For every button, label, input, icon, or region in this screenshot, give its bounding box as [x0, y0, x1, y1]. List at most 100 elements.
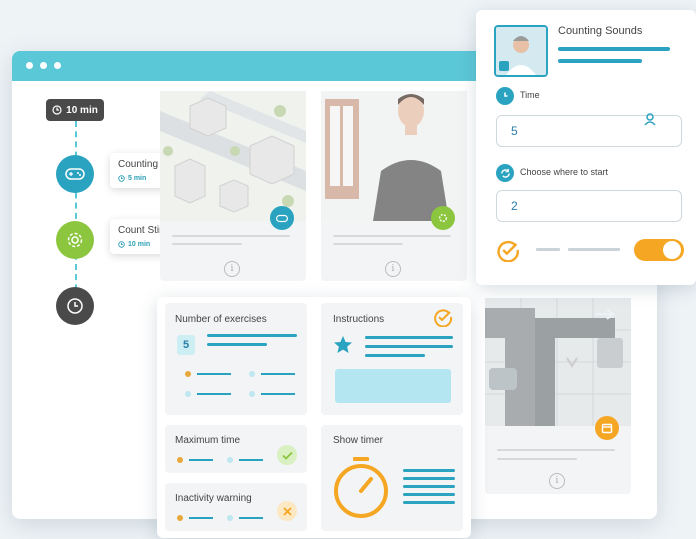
text-placeholder-line	[333, 235, 451, 237]
gear-icon	[439, 214, 447, 222]
decoration-line	[403, 501, 455, 504]
radio-dot[interactable]	[227, 457, 233, 463]
radio-dot[interactable]	[177, 457, 183, 463]
check-icon	[281, 451, 293, 460]
settings-card: Counting Sounds Time 5 Choose where to s…	[476, 10, 696, 285]
doctor-illustration	[496, 27, 546, 75]
star-icon	[333, 335, 353, 360]
gamepad-icon	[65, 168, 85, 180]
decoration-line	[558, 47, 670, 51]
decoration-line	[403, 493, 455, 496]
time-input[interactable]: 5	[496, 113, 682, 147]
start-input-value: 2	[511, 199, 518, 213]
check-circle-icon-svg	[434, 309, 453, 328]
radio-dot[interactable]	[249, 371, 255, 377]
info-icon-glyph: i	[230, 264, 234, 274]
instructions-label: Instructions	[333, 314, 385, 325]
thumbnail-overlay	[160, 91, 306, 221]
maximum-time-label: Maximum time	[175, 435, 241, 446]
decoration-line	[365, 354, 425, 357]
inactivity-warning-label: Inactivity warning	[175, 493, 252, 504]
window-dot[interactable]	[26, 62, 33, 69]
info-icon[interactable]: i	[224, 261, 240, 277]
info-icon[interactable]: i	[549, 473, 565, 489]
decoration-line	[568, 248, 620, 251]
check-circle-icon	[496, 238, 520, 267]
gear-badge	[431, 206, 455, 230]
radio-dot[interactable]	[249, 391, 255, 397]
text-placeholder-line	[497, 449, 615, 451]
start-label: Choose where to start	[520, 167, 609, 177]
exercise-card[interactable]: i	[485, 298, 631, 494]
clock-icon	[52, 105, 62, 115]
timeline-step-settings[interactable]	[56, 221, 94, 259]
clock-icon	[67, 298, 83, 314]
number-of-exercises-section: Number of exercises 5	[165, 303, 307, 415]
radio-dot[interactable]	[185, 371, 191, 377]
clock-icon	[118, 175, 125, 182]
clock-icon	[118, 241, 125, 248]
gamepad-badge	[270, 206, 294, 230]
duration-badge: 10 min	[46, 99, 104, 121]
option-line	[197, 393, 231, 395]
show-timer-section: Show timer	[321, 425, 463, 531]
toggle-knob	[662, 240, 682, 260]
text-placeholder-line	[497, 458, 577, 460]
duration-badge-text: 10 min	[66, 104, 98, 116]
timeline-step-clock[interactable]	[56, 287, 94, 325]
option-line	[197, 373, 231, 375]
number-of-exercises-value[interactable]: 5	[177, 335, 195, 355]
number-of-exercises-label: Number of exercises	[175, 314, 267, 325]
decoration-line	[558, 59, 642, 63]
inactivity-warning-section: Inactivity warning	[165, 483, 307, 531]
option-line	[239, 517, 263, 519]
stopwatch-icon	[331, 455, 391, 526]
decoration-line	[403, 477, 455, 480]
option-line	[189, 459, 213, 461]
info-icon-glyph: i	[391, 264, 395, 274]
thumbnail-overlay	[321, 91, 467, 221]
options-panel: Number of exercises 5 Instructions Maxim…	[157, 297, 471, 538]
activity-title: Counting Sounds	[558, 25, 643, 37]
text-placeholder-line	[333, 243, 403, 245]
maximum-time-section: Maximum time	[165, 425, 307, 473]
decoration-line	[365, 345, 453, 348]
decoration-line	[207, 334, 297, 337]
user-icon	[644, 113, 656, 126]
time-label: Time	[520, 90, 540, 100]
exercise-card[interactable]: i	[160, 91, 306, 281]
decoration-line	[207, 343, 267, 346]
text-placeholder-line	[172, 243, 242, 245]
info-icon[interactable]: i	[385, 261, 401, 277]
calendar-badge	[595, 416, 619, 440]
window-dot[interactable]	[54, 62, 61, 69]
gamepad-icon	[276, 214, 288, 222]
option-line	[189, 517, 213, 519]
timeline-item-duration: 10 min	[128, 241, 151, 248]
window-dot[interactable]	[40, 62, 47, 69]
refresh-icon	[496, 164, 514, 182]
info-icon-glyph: i	[555, 476, 559, 486]
exercise-card[interactable]: i	[321, 91, 467, 281]
enable-toggle[interactable]	[634, 239, 684, 261]
gear-icon	[67, 232, 83, 248]
option-line	[261, 393, 295, 395]
radio-dot[interactable]	[227, 515, 233, 521]
check-toggle[interactable]	[277, 445, 297, 465]
instructions-section: Instructions	[321, 303, 463, 415]
decoration-line	[403, 485, 455, 488]
radio-dot[interactable]	[185, 391, 191, 397]
decoration-line	[365, 336, 453, 339]
text-placeholder-line	[172, 235, 290, 237]
clock-icon	[496, 87, 514, 105]
close-toggle[interactable]	[277, 501, 297, 521]
radio-dot[interactable]	[177, 515, 183, 521]
thumbnail-overlay	[485, 298, 631, 426]
check-circle-icon[interactable]	[433, 307, 453, 332]
timeline-step-gamepad[interactable]	[56, 155, 94, 193]
decoration-line	[403, 469, 455, 472]
show-timer-label: Show timer	[333, 435, 384, 446]
decoration-line	[536, 248, 560, 251]
calendar-icon	[601, 423, 613, 434]
start-input[interactable]: 2	[496, 190, 682, 222]
